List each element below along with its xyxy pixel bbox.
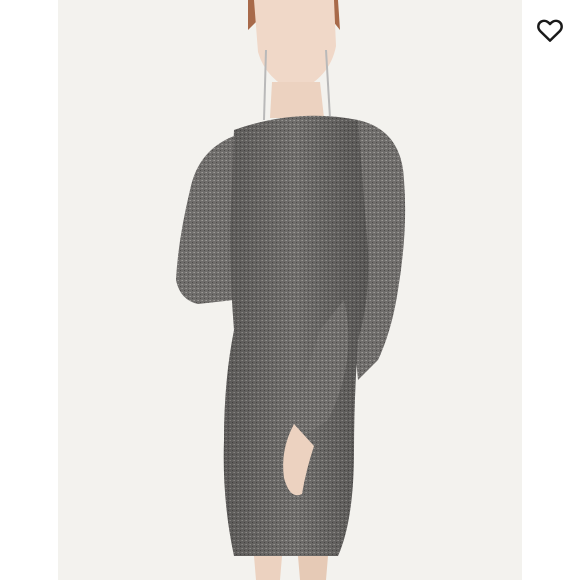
heart-outline-icon <box>537 19 563 42</box>
product-photo[interactable] <box>58 0 522 580</box>
like-button[interactable] <box>528 8 572 52</box>
model-wearing-dress-image <box>58 0 522 580</box>
photo-frame <box>0 0 580 580</box>
listing-image-viewer <box>0 0 580 580</box>
